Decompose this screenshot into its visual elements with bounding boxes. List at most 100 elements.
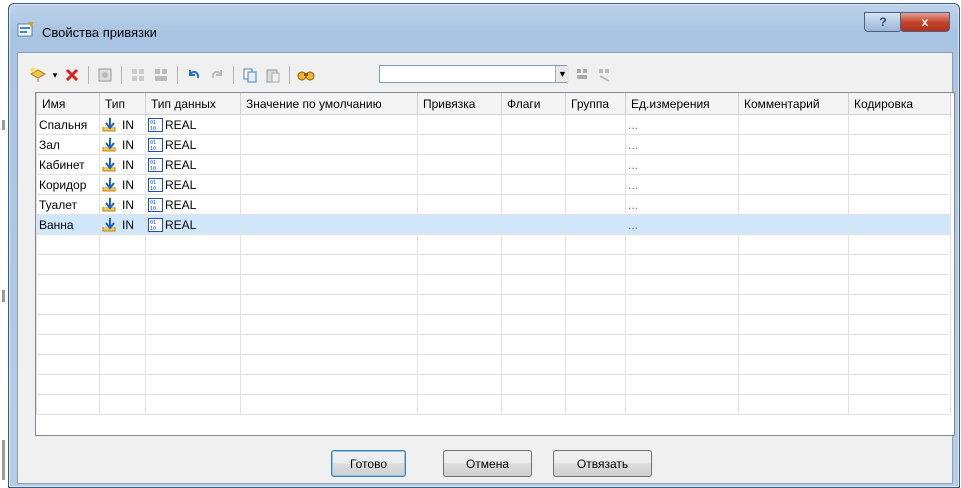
cell-dtype[interactable]: 01 10 REAL [145, 194, 241, 215]
cell-type[interactable]: IN [99, 214, 146, 235]
cell-name[interactable]: Кабинет [36, 154, 100, 175]
cell-type[interactable]: IN [99, 114, 146, 135]
cell-type[interactable]: IN [99, 134, 146, 155]
cell-default[interactable] [240, 134, 418, 155]
cell-group[interactable] [565, 194, 626, 215]
cell-unit[interactable]: ... [625, 214, 739, 235]
copy-icon[interactable] [240, 65, 260, 85]
expand-icon[interactable] [128, 65, 148, 85]
empty-cell [417, 354, 502, 375]
cell-dtype[interactable]: 01 10 REAL [145, 134, 241, 155]
cell-default[interactable] [240, 194, 418, 215]
cell-group[interactable] [565, 134, 626, 155]
cell-type[interactable]: IN [99, 194, 146, 215]
column-header[interactable]: Значение по умолчанию [240, 93, 418, 115]
table-row[interactable]: Спальня IN 01 10 REAL... [36, 114, 951, 135]
column-header[interactable]: Тип [99, 93, 146, 115]
cell-group[interactable] [565, 174, 626, 195]
cell-unit[interactable]: ... [625, 154, 739, 175]
cell-flags[interactable] [501, 154, 566, 175]
cell-name[interactable]: Ванна [36, 214, 100, 235]
cell-group[interactable] [565, 154, 626, 175]
cell-unit[interactable]: ... [625, 174, 739, 195]
delete-icon[interactable] [62, 65, 82, 85]
cell-dtype[interactable]: 01 10 REAL [145, 114, 241, 135]
filter-apply-icon[interactable] [573, 65, 593, 85]
cell-comment[interactable] [738, 154, 849, 175]
cell-comment[interactable] [738, 134, 849, 155]
empty-cell [848, 314, 951, 335]
cell-encoding[interactable] [848, 114, 951, 135]
cell-encoding[interactable] [848, 174, 951, 195]
cell-binding[interactable] [417, 114, 502, 135]
cell-flags[interactable] [501, 214, 566, 235]
cell-unit[interactable]: ... [625, 134, 739, 155]
table-row[interactable]: Туалет IN 01 10 REAL... [36, 194, 951, 215]
cell-type[interactable]: IN [99, 154, 146, 175]
cancel-button[interactable]: Отмена [443, 450, 532, 477]
cell-dtype[interactable]: 01 10 REAL [145, 214, 241, 235]
module-icon[interactable] [95, 65, 115, 85]
cell-encoding[interactable] [848, 134, 951, 155]
cell-binding[interactable] [417, 194, 502, 215]
column-header[interactable]: Группа [565, 93, 626, 115]
cell-flags[interactable] [501, 114, 566, 135]
cell-name[interactable]: Коридор [36, 174, 100, 195]
cell-default[interactable] [240, 174, 418, 195]
filter-combobox[interactable] [379, 65, 567, 83]
cell-comment[interactable] [738, 174, 849, 195]
cell-encoding[interactable] [848, 194, 951, 215]
cell-group[interactable] [565, 114, 626, 135]
cell-unit[interactable]: ... [625, 194, 739, 215]
table-row[interactable]: Зал IN 01 10 REAL... [36, 134, 951, 155]
cell-flags[interactable] [501, 134, 566, 155]
cell-unit[interactable]: ... [625, 114, 739, 135]
paste-icon[interactable] [263, 65, 283, 85]
cell-flags[interactable] [501, 194, 566, 215]
title-bar[interactable]: Свойства привязки ? x [9, 4, 959, 52]
close-button[interactable]: x [900, 12, 950, 32]
add-variable-icon[interactable] [28, 65, 48, 85]
cell-dtype[interactable]: 01 10 REAL [145, 154, 241, 175]
cell-flags[interactable] [501, 174, 566, 195]
filter-dropdown-arrow-icon[interactable]: ▼ [555, 66, 569, 82]
find-icon[interactable] [296, 65, 316, 85]
collapse-icon[interactable] [151, 65, 171, 85]
dropdown-arrow-icon[interactable]: ▾ [51, 65, 59, 85]
column-header[interactable]: Ед.измерения [625, 93, 739, 115]
cell-binding[interactable] [417, 154, 502, 175]
cell-group[interactable] [565, 214, 626, 235]
filter-clear-icon[interactable] [595, 65, 615, 85]
cell-comment[interactable] [738, 114, 849, 135]
cell-comment[interactable] [738, 214, 849, 235]
column-header[interactable]: Кодировка [848, 93, 951, 115]
cell-binding[interactable] [417, 134, 502, 155]
cell-binding[interactable] [417, 174, 502, 195]
variables-grid[interactable]: Имя Тип Тип данных Значение по умолчанию При… [35, 92, 955, 436]
help-button[interactable]: ? [864, 12, 902, 32]
cell-dtype[interactable]: 01 10 REAL [145, 174, 241, 195]
cell-type[interactable]: IN [99, 174, 146, 195]
cell-encoding[interactable] [848, 154, 951, 175]
cell-default[interactable] [240, 114, 418, 135]
cell-encoding[interactable] [848, 214, 951, 235]
column-header[interactable]: Привязка [417, 93, 502, 115]
table-row[interactable]: Ванна IN 01 10 REAL... [36, 214, 951, 235]
cell-binding[interactable] [417, 214, 502, 235]
column-header[interactable]: Комментарий [738, 93, 849, 115]
table-row[interactable]: Кабинет IN 01 10 REAL... [36, 154, 951, 175]
unbind-button[interactable]: Отвязать [553, 450, 652, 477]
table-row[interactable]: Коридор IN 01 10 REAL... [36, 174, 951, 195]
undo-icon[interactable] [184, 65, 204, 85]
column-header[interactable]: Флаги [501, 93, 566, 115]
cell-name[interactable]: Зал [36, 134, 100, 155]
cell-name[interactable]: Спальня [36, 114, 100, 135]
cell-default[interactable] [240, 214, 418, 235]
column-header[interactable]: Тип данных [145, 93, 241, 115]
cell-default[interactable] [240, 154, 418, 175]
cell-name[interactable]: Туалет [36, 194, 100, 215]
redo-icon[interactable] [207, 65, 227, 85]
column-header[interactable]: Имя [36, 93, 100, 115]
cell-comment[interactable] [738, 194, 849, 215]
ok-button[interactable]: Готово [331, 450, 406, 477]
